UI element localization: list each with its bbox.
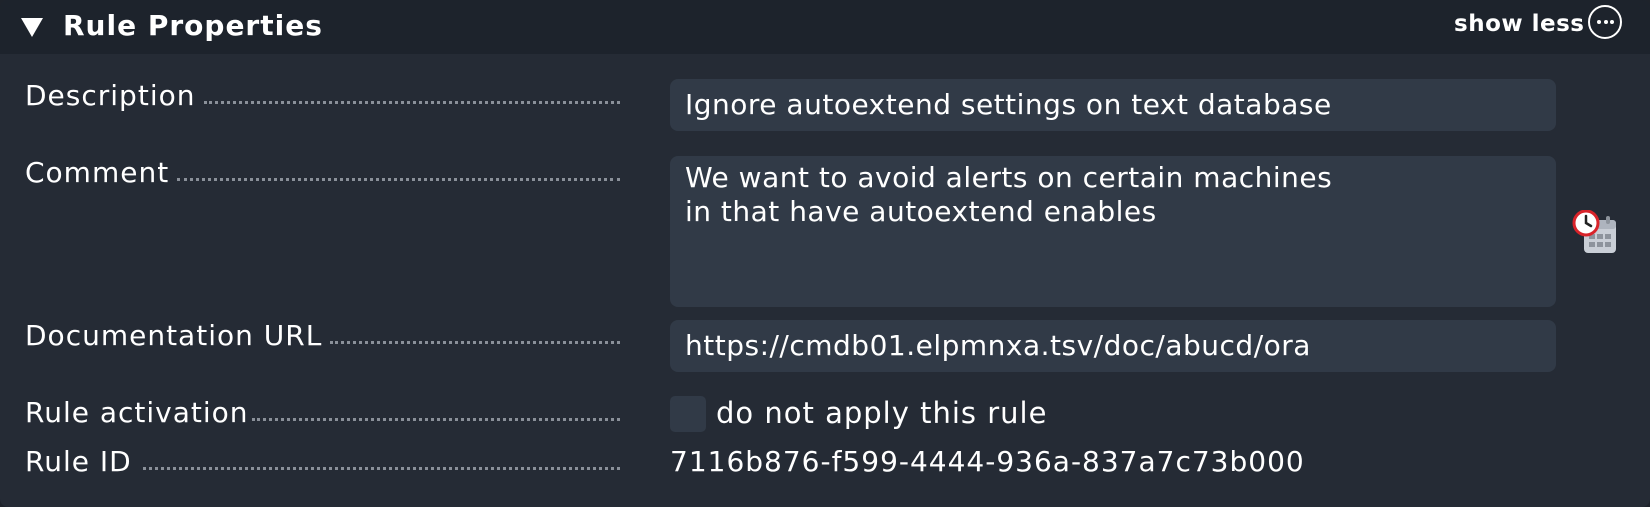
rule-id-value: 7116b876-f599-4444-936a-837a7c73b000 xyxy=(670,445,1305,478)
panel-title: Rule Properties xyxy=(63,9,323,42)
collapse-triangle-icon[interactable] xyxy=(21,18,43,37)
show-less-link[interactable]: show less xyxy=(1454,8,1584,40)
rule-id-label: Rule ID xyxy=(25,445,132,478)
rule-activation-label: Rule activation xyxy=(25,396,249,429)
panel-header[interactable]: Rule Properties show less xyxy=(0,0,1650,54)
do-not-apply-checkbox[interactable] xyxy=(670,396,706,432)
rule-activation-dots xyxy=(252,418,620,421)
clock-calendar-icon[interactable] xyxy=(1572,210,1618,256)
documentation-url-label: Documentation URL xyxy=(25,319,323,352)
comment-textarea[interactable]: We want to avoid alerts on certain machi… xyxy=(670,156,1556,307)
rule-id-dots xyxy=(143,467,620,470)
description-label: Description xyxy=(25,79,196,112)
comment-label: Comment xyxy=(25,156,170,189)
ellipsis-circle-icon[interactable] xyxy=(1588,5,1622,39)
description-input[interactable]: Ignore autoextend settings on text datab… xyxy=(670,79,1556,131)
comment-dots xyxy=(177,178,620,181)
documentation-url-dots xyxy=(330,341,620,344)
do-not-apply-label[interactable]: do not apply this rule xyxy=(716,395,1047,431)
documentation-url-input[interactable]: https://cmdb01.elpmnxa.tsv/doc/abucd/ora xyxy=(670,320,1556,372)
description-dots xyxy=(204,101,620,104)
rule-properties-panel: Rule Properties show less Description Ig… xyxy=(0,0,1650,507)
